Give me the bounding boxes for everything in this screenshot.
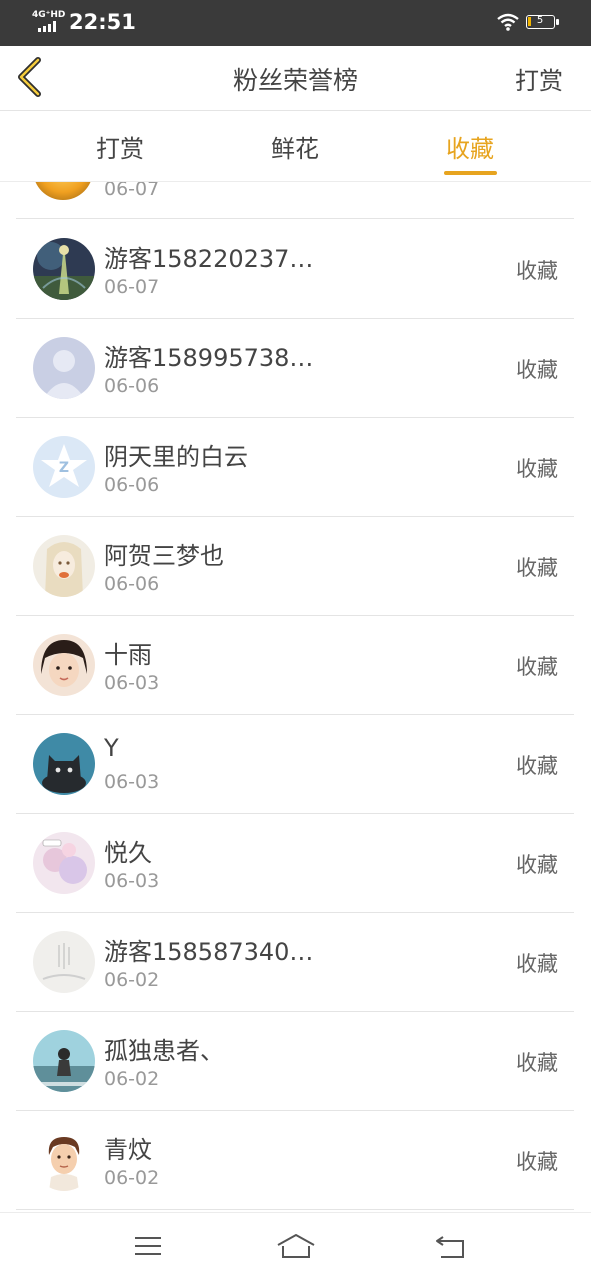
fan-list[interactable]: 06-07 游客158220237… 06-07 收藏 游客158995738… xyxy=(0,182,591,1212)
item-tag: 收藏 xyxy=(516,754,558,778)
tab-bar: 打赏 鲜花 收藏 xyxy=(0,111,591,182)
tab-favorites[interactable]: 收藏 xyxy=(410,129,530,164)
item-name: 游客158587340… xyxy=(104,938,314,966)
wifi-icon xyxy=(497,13,519,31)
list-item[interactable]: 青炆 06-02 收藏 xyxy=(16,1110,574,1210)
back-icon[interactable] xyxy=(435,1231,467,1261)
item-tag: 收藏 xyxy=(516,853,558,877)
page-title: 粉丝荣誉榜 xyxy=(232,66,358,95)
battery-tip xyxy=(556,19,559,25)
status-bar: 4G⁺HD 22:51 5 xyxy=(0,0,591,46)
avatar xyxy=(33,535,95,597)
avatar: Z xyxy=(33,436,95,498)
item-tag: 收藏 xyxy=(516,259,558,283)
item-name: 悦久 xyxy=(104,839,152,867)
item-tag: 收藏 xyxy=(516,1150,558,1174)
item-date: 06-07 xyxy=(104,182,160,200)
item-date: 06-06 xyxy=(104,573,160,595)
avatar xyxy=(33,832,95,894)
avatar xyxy=(33,733,95,795)
tab-flowers[interactable]: 鲜花 xyxy=(235,129,355,164)
item-date: 06-06 xyxy=(104,474,160,496)
active-tab-indicator xyxy=(444,171,497,175)
menu-icon[interactable] xyxy=(133,1231,163,1261)
reward-button[interactable]: 打赏 xyxy=(515,61,563,96)
list-item[interactable]: 游客158587340… 06-02 收藏 xyxy=(16,912,574,1012)
tab-reward[interactable]: 打赏 xyxy=(60,129,180,164)
signal-icon xyxy=(38,21,56,32)
home-icon[interactable] xyxy=(276,1231,316,1261)
network-indicator: 4G⁺HD xyxy=(32,10,66,20)
list-item[interactable]: 十雨 06-03 收藏 xyxy=(16,615,574,715)
item-date: 06-06 xyxy=(104,375,160,397)
list-item[interactable]: 游客158220237… 06-07 收藏 xyxy=(16,219,574,319)
avatar xyxy=(33,1030,95,1092)
list-item[interactable]: 悦久 06-03 收藏 xyxy=(16,813,574,913)
avatar xyxy=(33,634,95,696)
item-tag: 收藏 xyxy=(516,457,558,481)
svg-text:Z: Z xyxy=(59,460,69,476)
title-bar: 粉丝荣誉榜 打赏 xyxy=(0,46,591,111)
item-name: 阿贺三梦也 xyxy=(104,542,224,570)
item-date: 06-03 xyxy=(104,672,160,694)
battery-icon: 5 xyxy=(526,15,555,29)
list-item[interactable]: 06-07 xyxy=(16,182,574,219)
avatar xyxy=(33,238,95,300)
battery-level: 5 xyxy=(536,15,544,26)
item-name: 孤独患者、 xyxy=(104,1037,224,1065)
list-item[interactable]: 孤独患者、 06-02 收藏 xyxy=(16,1011,574,1111)
avatar xyxy=(33,931,95,993)
item-tag: 收藏 xyxy=(516,1051,558,1075)
item-date: 06-07 xyxy=(104,276,160,298)
avatar xyxy=(33,182,93,200)
item-date: 06-02 xyxy=(104,1167,160,1189)
item-date: 06-02 xyxy=(104,969,160,991)
item-date: 06-03 xyxy=(104,870,160,892)
item-tag: 收藏 xyxy=(516,655,558,679)
item-tag: 收藏 xyxy=(516,358,558,382)
item-tag: 收藏 xyxy=(516,952,558,976)
list-item[interactable]: 游客158995738… 06-06 收藏 xyxy=(16,318,574,418)
list-item[interactable]: Z 阴天里的白云 06-06 收藏 xyxy=(16,417,574,517)
item-date: 06-02 xyxy=(104,1068,160,1090)
item-name: 青炆 xyxy=(104,1136,152,1164)
item-name: 阴天里的白云 xyxy=(104,443,248,471)
item-name: 游客158220237… xyxy=(104,245,314,273)
list-item[interactable]: Y 06-03 收藏 xyxy=(16,714,574,814)
system-nav-bar xyxy=(0,1212,591,1281)
item-name: 游客158995738… xyxy=(104,344,314,372)
item-name: 十雨 xyxy=(104,641,152,669)
item-date: 06-03 xyxy=(104,771,160,793)
item-name: Y xyxy=(104,734,119,762)
avatar xyxy=(33,337,95,399)
list-item[interactable]: 阿贺三梦也 06-06 收藏 xyxy=(16,516,574,616)
clock: 22:51 xyxy=(69,10,136,34)
avatar xyxy=(33,1129,95,1191)
item-tag: 收藏 xyxy=(516,556,558,580)
